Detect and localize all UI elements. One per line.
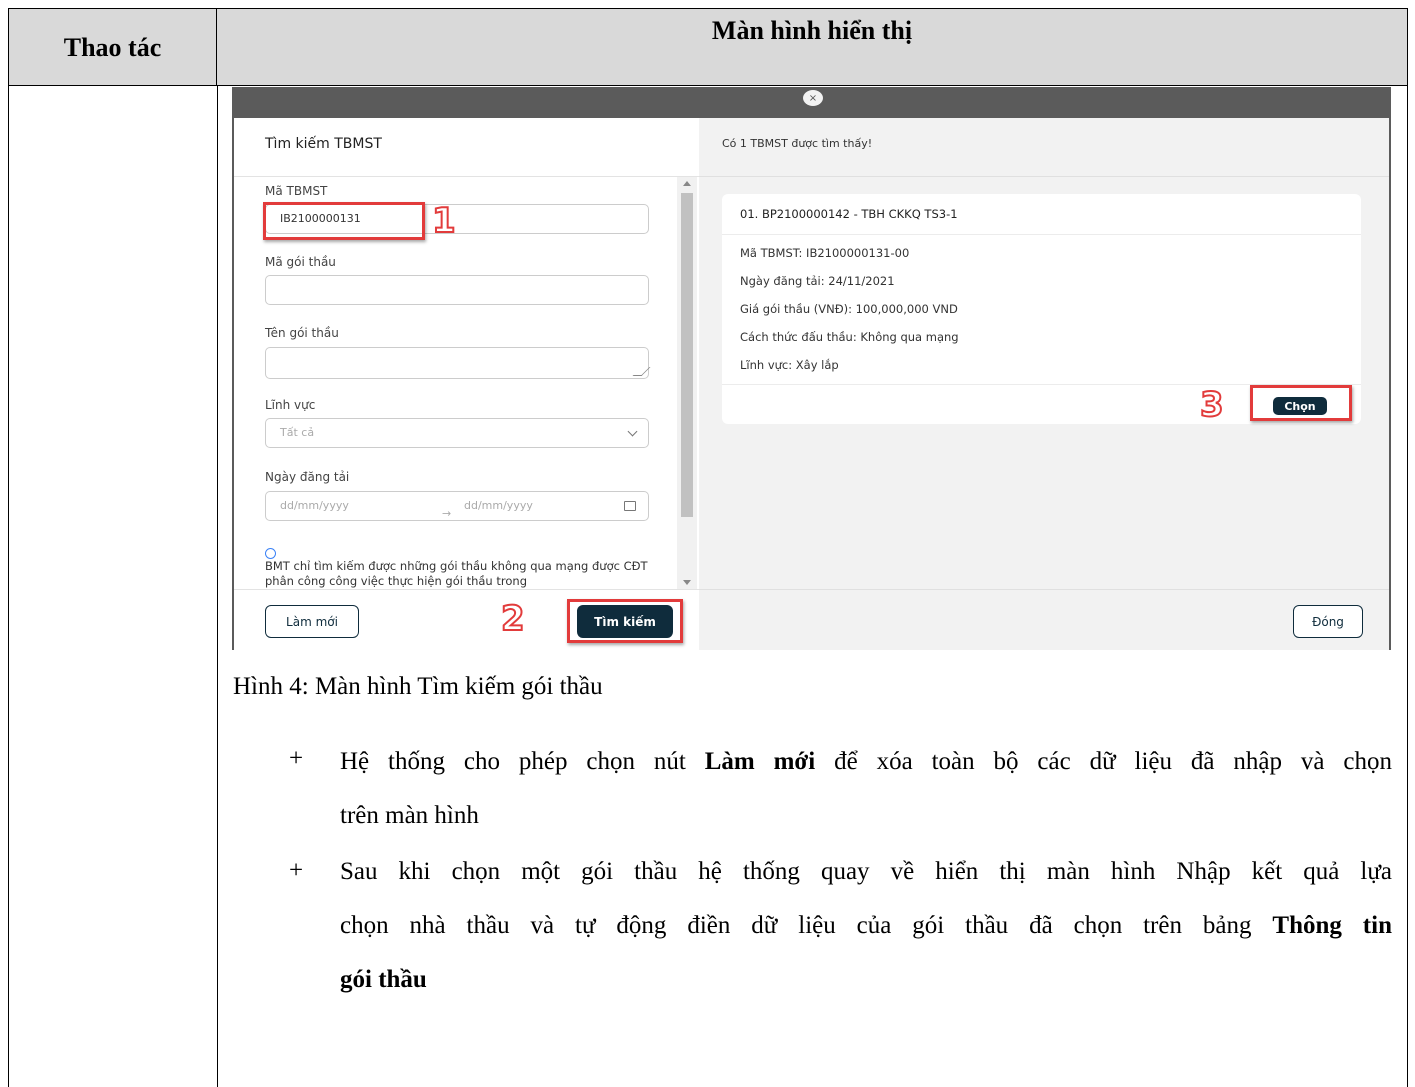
result-ngay-dang-tai: Ngày đăng tải: 24/11/2021	[740, 274, 895, 288]
divider	[722, 234, 1361, 235]
ten-goi-thau-textarea[interactable]	[265, 347, 651, 379]
result-title: 01. BP2100000142 - TBH CKKQ TS3-1	[740, 207, 958, 221]
result-gia-goi-thau: Giá gói thầu (VNĐ): 100,000,000 VND	[740, 302, 958, 316]
date-range-arrow-icon: →	[442, 507, 452, 520]
bullet-marker: +	[289, 857, 304, 884]
date-from-placeholder[interactable]: dd/mm/yyyy	[280, 499, 349, 512]
bullet-paragraph-1: Hệ thống cho phép chọn nút Làm mới để xó…	[340, 735, 1392, 843]
highlight-box-2	[567, 599, 683, 643]
divider	[234, 589, 699, 590]
results-count-text: Có 1 TBMST được tìm thấy!	[722, 137, 873, 150]
bullet-2-line-3: gói thầu	[340, 953, 1392, 1007]
annotation-number-3: 3	[1199, 385, 1225, 425]
embedded-screenshot: × Tìm kiếm TBMST Mã TBMST IB2100000131 M…	[232, 87, 1391, 650]
result-ma-tbmst: Mã TBMST: IB2100000131-00	[740, 246, 910, 260]
info-text: BMT chỉ tìm kiếm được những gói thầu khô…	[265, 559, 648, 588]
header-col-man-hinh: Màn hình hiển thị	[711, 16, 913, 45]
ma-tbmst-label: Mã TBMST	[265, 184, 328, 198]
close-button[interactable]: Đóng	[1293, 605, 1363, 638]
results-panel: Có 1 TBMST được tìm thấy! 01. BP21000001…	[699, 118, 1389, 650]
bullet-2-line-1: Sau khi chọn một gói thầu hệ thống quay …	[340, 858, 1392, 885]
search-panel-title: Tìm kiếm TBMST	[265, 136, 382, 152]
result-cach-thuc: Cách thức đấu thầu: Không qua mạng	[740, 330, 959, 344]
ma-goi-thau-label: Mã gói thầu	[265, 255, 336, 269]
scroll-thumb[interactable]	[681, 193, 693, 517]
result-linh-vuc: Lĩnh vực: Xây lắp	[740, 358, 839, 372]
header-col-thao-tac: Thao tác	[9, 9, 217, 86]
bold-text-thong-tin: Thông tin	[1272, 912, 1392, 939]
scrollbar[interactable]	[677, 177, 697, 589]
column-divider	[217, 86, 218, 1087]
figure-caption: Hình 4: Màn hình Tìm kiếm gói thầu	[233, 673, 603, 700]
calendar-icon[interactable]	[624, 501, 636, 511]
bold-text-lam-moi: Làm mới	[704, 748, 816, 775]
date-range-input[interactable]: dd/mm/yyyy → dd/mm/yyyy	[265, 491, 649, 521]
annotation-number-2: 2	[500, 599, 526, 639]
search-panel: Tìm kiếm TBMST Mã TBMST IB2100000131 Mã …	[234, 118, 699, 650]
reset-button[interactable]: Làm mới	[265, 605, 359, 638]
bullet-1-line-2: trên màn hình	[340, 802, 479, 829]
ten-goi-thau-label: Tên gói thầu	[265, 326, 339, 340]
divider	[699, 176, 1389, 177]
chevron-down-icon	[627, 426, 638, 437]
ma-goi-thau-input[interactable]	[265, 275, 649, 305]
bullet-1-line-1: Hệ thống cho phép chọn nút Làm mới để xó…	[340, 735, 1392, 789]
text-span: Hệ thống cho phép chọn nút	[340, 748, 705, 775]
table-header: Thao tác Màn hình hiển thị	[9, 9, 1407, 86]
linh-vuc-label: Lĩnh vực	[265, 398, 316, 412]
ngay-dang-tai-label: Ngày đăng tải	[265, 470, 350, 484]
linh-vuc-value: Tất cả	[280, 426, 315, 439]
resize-grip-icon[interactable]	[632, 367, 651, 376]
bullet-2-line-2: chọn nhà thầu và tự động điền dữ liệu củ…	[340, 899, 1392, 953]
date-to-placeholder[interactable]: dd/mm/yyyy	[464, 492, 533, 520]
text-span: chọn nhà thầu và tự động điền dữ liệu củ…	[340, 912, 1273, 939]
divider	[234, 176, 699, 177]
bold-text-goi-thau: gói thầu	[340, 966, 427, 993]
annotation-number-1: 1	[431, 201, 457, 241]
highlight-box-3	[1250, 385, 1352, 421]
divider	[699, 589, 1389, 590]
text-span: để xóa toàn bộ các dữ liệu đã nhập và ch…	[815, 748, 1392, 775]
scroll-down-icon[interactable]	[683, 580, 691, 585]
scroll-up-icon[interactable]	[683, 181, 691, 186]
info-icon	[265, 548, 276, 559]
modal-close-icon[interactable]: ×	[803, 90, 823, 106]
bullet-paragraph-2: Sau khi chọn một gói thầu hệ thống quay …	[340, 845, 1392, 1007]
highlight-box-1	[263, 202, 425, 240]
bullet-marker: +	[289, 745, 304, 772]
linh-vuc-select[interactable]: Tất cả	[265, 418, 649, 448]
